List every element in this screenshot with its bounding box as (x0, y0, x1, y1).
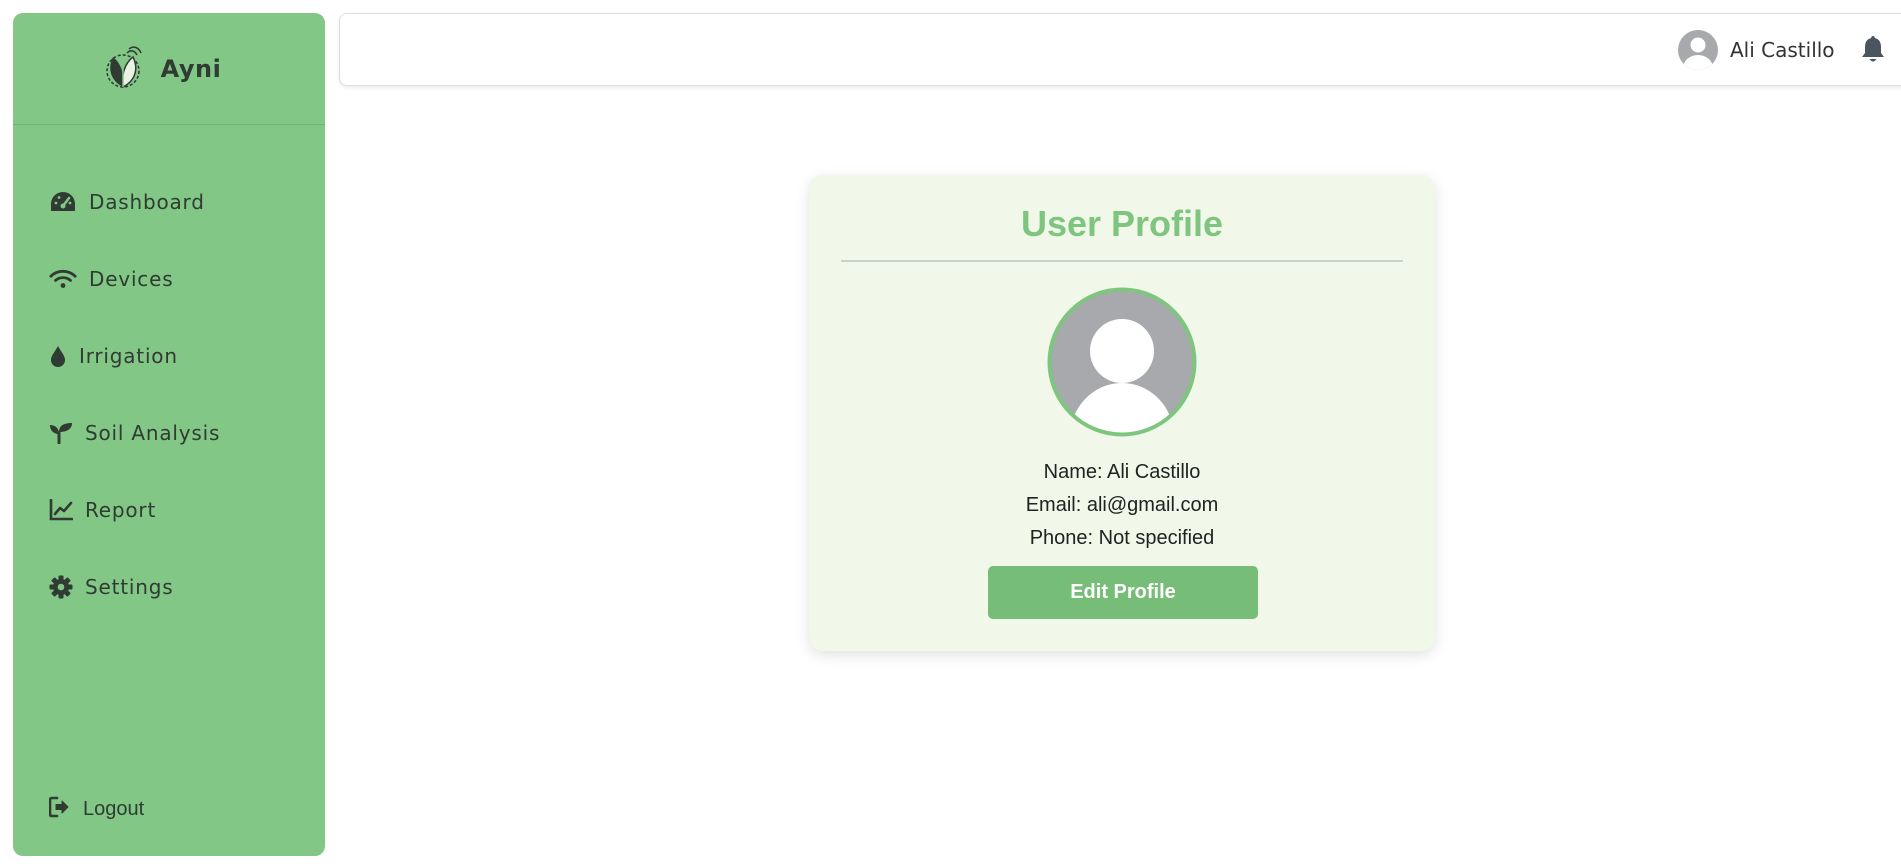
bell-icon[interactable] (1859, 34, 1887, 64)
logout-icon (48, 796, 73, 822)
sidebar-item-label: Devices (89, 267, 174, 291)
avatar (1678, 30, 1718, 70)
brand[interactable]: Ayni (13, 13, 325, 125)
sidebar-item-label: Dashboard (89, 190, 205, 214)
sidebar-item-dashboard[interactable]: Dashboard (49, 184, 205, 220)
sidebar-item-irrigation[interactable]: Irrigation (49, 338, 178, 374)
page-title: User Profile (1020, 203, 1224, 244)
profile-name: Name: Ali Castillo (1043, 461, 1201, 483)
sidebar-item-soil-analysis[interactable]: Soil Analysis (49, 415, 220, 451)
sidebar-item-settings[interactable]: Settings (49, 569, 173, 605)
user-profile-card: User Profile Name: Ali Castillo Email: a… (809, 175, 1435, 651)
sidebar-item-label: Report (85, 498, 157, 522)
gear-icon (49, 573, 73, 601)
sidebar-item-devices[interactable]: Devices (49, 261, 173, 297)
logout-label: Logout (83, 797, 145, 820)
droplet-icon (49, 342, 67, 370)
gauge-icon (49, 188, 77, 216)
sidebar-item-label: Soil Analysis (85, 421, 221, 445)
seedling-icon (49, 419, 73, 447)
user-menu[interactable]: Ali Castillo (1678, 30, 1835, 70)
line-chart-icon (49, 496, 73, 524)
sidebar-item-report[interactable]: Report (49, 492, 156, 528)
sidebar: Ayni Dashboard Devices Irrigation Soil A… (13, 13, 325, 856)
profile-avatar (1047, 287, 1197, 437)
divider (841, 260, 1403, 262)
top-bar: Ali Castillo (339, 13, 1901, 86)
user-name: Ali Castillo (1730, 38, 1835, 62)
edit-profile-button[interactable]: Edit Profile (988, 566, 1258, 619)
logout-button[interactable]: Logout (48, 793, 145, 825)
sidebar-item-label: Settings (85, 575, 174, 599)
profile-email: Email: ali@gmail.com (1025, 494, 1219, 516)
profile-phone: Phone: Not specified (1029, 527, 1215, 549)
brand-name: Ayni (160, 54, 222, 83)
wifi-icon (49, 265, 77, 293)
sidebar-item-label: Irrigation (79, 344, 178, 368)
leaf-logo-icon (105, 45, 142, 88)
